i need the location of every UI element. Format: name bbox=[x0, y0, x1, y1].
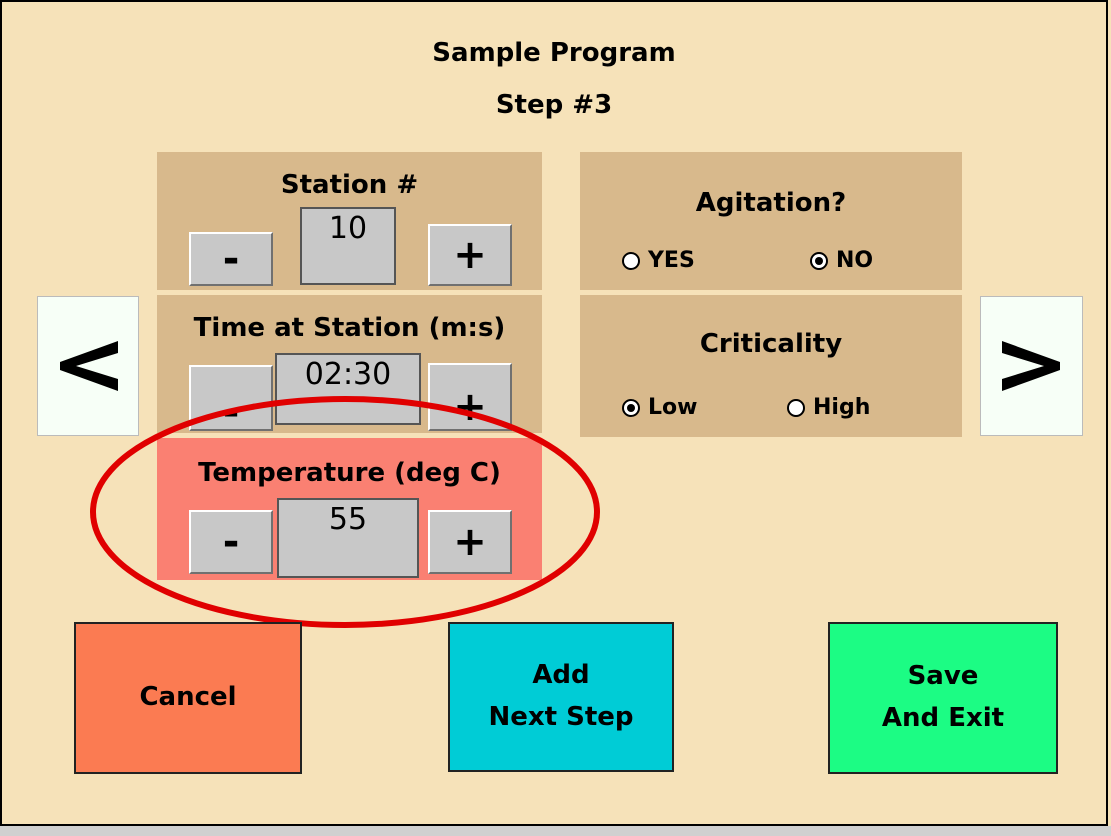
chevron-left-icon bbox=[60, 341, 118, 391]
criticality-high-label: High bbox=[813, 395, 871, 420]
criticality-high-radio[interactable]: High bbox=[787, 395, 870, 420]
agitation-yes-radio[interactable]: YES bbox=[622, 248, 695, 273]
add-next-step-label-line1: Add bbox=[532, 660, 590, 691]
agitation-yes-label: YES bbox=[648, 248, 695, 273]
step-label: Step #3 bbox=[495, 90, 613, 120]
agitation-no-label: NO bbox=[836, 248, 874, 273]
station-panel: Station # - 10 + bbox=[157, 152, 542, 290]
bottom-bar bbox=[0, 826, 1111, 836]
time-label: Time at Station (m:s) bbox=[193, 313, 506, 343]
program-editor-window: Sample Program Step #3 Station # - 10 + … bbox=[0, 0, 1108, 826]
save-and-exit-label-line2: And Exit bbox=[881, 703, 1005, 733]
criticality-label: Criticality bbox=[699, 329, 843, 359]
station-value: 10 bbox=[300, 207, 396, 285]
add-next-step-button[interactable]: Add Next Step bbox=[448, 622, 674, 772]
add-next-step-label-line2: Next Step bbox=[488, 702, 634, 732]
radio-unselected-icon bbox=[622, 251, 640, 270]
next-step-button[interactable] bbox=[980, 296, 1083, 436]
agitation-label: Agitation? bbox=[695, 188, 847, 218]
cancel-label: Cancel bbox=[139, 682, 237, 713]
agitation-panel: Agitation? YES NO bbox=[580, 152, 962, 290]
cancel-button[interactable]: Cancel bbox=[74, 622, 302, 774]
program-title: Sample Program bbox=[432, 38, 676, 68]
criticality-low-radio[interactable]: Low bbox=[622, 395, 697, 420]
save-and-exit-button[interactable]: Save And Exit bbox=[828, 622, 1058, 774]
radio-selected-icon bbox=[622, 398, 640, 417]
highlight-ellipse bbox=[90, 396, 600, 628]
criticality-low-label: Low bbox=[648, 395, 698, 420]
station-label: Station # bbox=[280, 170, 419, 200]
radio-unselected-icon bbox=[787, 398, 805, 417]
chevron-right-icon bbox=[1001, 341, 1060, 391]
radio-selected-icon bbox=[810, 251, 828, 270]
agitation-no-radio[interactable]: NO bbox=[810, 248, 873, 273]
criticality-panel: Criticality Low High bbox=[580, 295, 962, 437]
station-decrement-button[interactable]: - bbox=[189, 232, 273, 286]
save-and-exit-label-line1: Save bbox=[907, 661, 979, 692]
station-increment-button[interactable]: + bbox=[428, 224, 512, 286]
